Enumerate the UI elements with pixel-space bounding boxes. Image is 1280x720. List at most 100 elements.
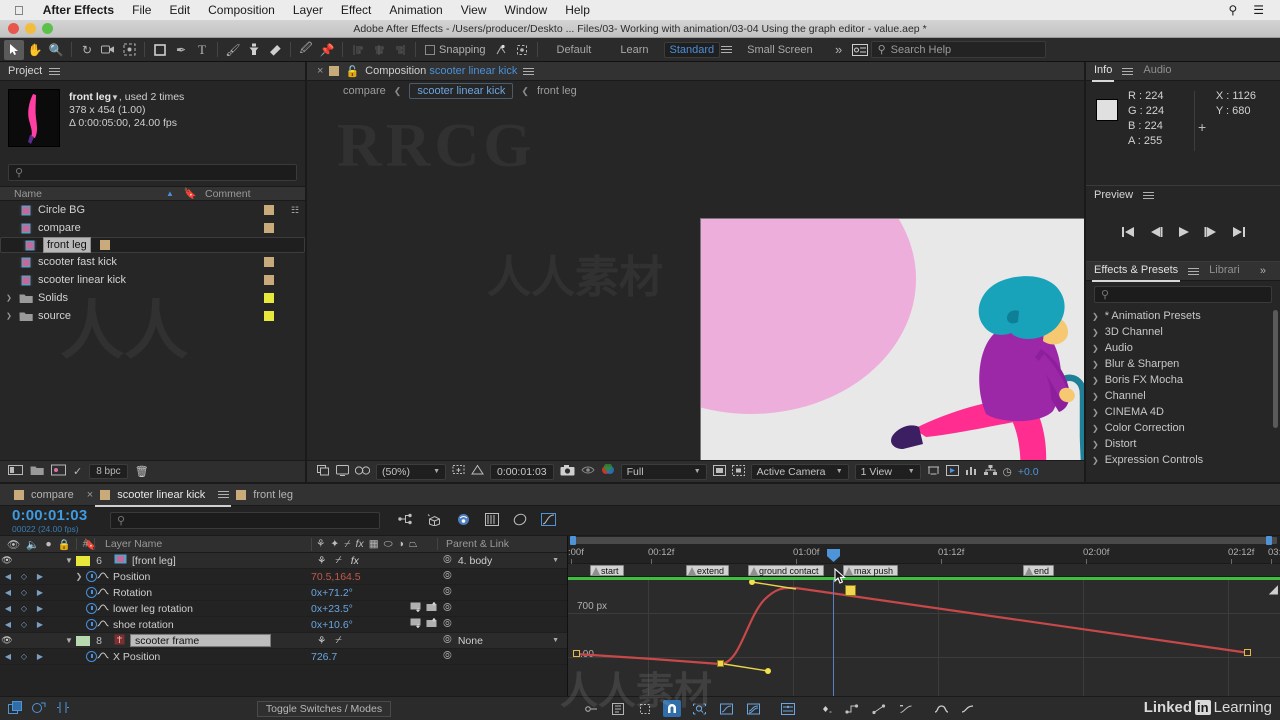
label-color-swatch[interactable] [264,257,274,267]
pick-whip-icon[interactable]: ⦾ [443,554,452,567]
snap-magnet-icon[interactable] [663,700,681,717]
snap-bounds-icon[interactable] [512,40,532,60]
add-keyframe-icon[interactable]: ◇ [21,604,27,613]
property-value[interactable]: 70.5,164.5 [311,571,361,583]
pick-whip-icon[interactable]: ⦾ [443,602,452,615]
property-row-x-position[interactable]: ◀ ◇ ▶ X Position 726.7 ⦾ [0,649,567,665]
keyframe-start[interactable] [573,650,580,657]
composition-viewer[interactable]: RRCG 人人素材 [307,101,1084,460]
effects-menu-icon[interactable] [1188,266,1200,277]
property-row-shoe-rotation[interactable]: ◀ ◇ ▶ shoe rotation 0x+10.6° ⦾ [0,617,567,633]
chevron-right-icon[interactable]: ❯ [6,312,14,320]
layer-column-number[interactable]: # [76,538,94,550]
timeline-marker-start[interactable]: start [590,565,624,576]
graph-icon[interactable] [97,619,109,631]
anchor-icon[interactable]: ⚘ [317,635,326,647]
label-color-swatch[interactable] [264,205,274,215]
previous-keyframe-icon[interactable]: ◀ [5,652,11,661]
project-menu-icon[interactable] [49,66,61,77]
region-preview-icon[interactable] [712,464,726,479]
show-snapshot-icon[interactable] [581,465,595,478]
add-keyframe-icon[interactable]: ◇ [21,588,27,597]
timeline-tab-front-leg[interactable]: front leg [253,489,299,501]
graph-editor[interactable]: :00f 00:12f 01:00f 01:12f 02:00f 02:12f 03:0 s… [568,536,1280,696]
easy-ease-icon[interactable] [932,700,950,717]
layer-visibility-toggle[interactable]: 👁 [0,635,14,646]
chevron-right-icon[interactable]: ❯ [1092,392,1099,401]
zoom-level-select[interactable]: (50%) ▼ [376,463,446,480]
info-menu-icon[interactable] [1122,66,1134,77]
delete-icon[interactable]: 🗑 [135,465,149,478]
transfer-controls-icon[interactable] [32,701,46,717]
show-selected-properties-icon[interactable] [582,700,600,717]
fit-selection-icon[interactable] [717,700,735,717]
shape-tool-icon[interactable] [150,40,170,60]
workspace-default[interactable]: Default [543,44,606,56]
work-area-start-handle[interactable] [570,536,576,545]
graph-out-icon[interactable] [426,617,437,631]
fx-icon[interactable]: fx [351,555,359,567]
project-item-scooter-linear-kick[interactable]: scooter linear kick [0,271,305,289]
effects-category-boris-fx-mocha[interactable]: ❯ Boris FX Mocha [1086,372,1280,388]
menu-file[interactable]: File [123,3,160,17]
timeline-marker-ground-contact[interactable]: ground contact [748,565,824,576]
hand-tool-icon[interactable]: ✋ [25,40,45,60]
keyframe-navigator[interactable]: ◀ ◇ ▶ [0,620,48,629]
quality-icon[interactable]: ⌿ [335,554,341,567]
layer-name-cell[interactable]: scooter frame [108,634,311,648]
workspace-settings-icon[interactable] [850,40,870,60]
project-tab-label[interactable]: Project [8,65,42,77]
menu-effect[interactable]: Effect [332,3,380,17]
pick-whip-icon[interactable]: ⦾ [443,634,452,647]
roto-brush-tool-icon[interactable]: 🖉 [296,40,316,60]
bit-depth-button[interactable]: 8 bpc [89,464,128,479]
next-keyframe-icon[interactable]: ▶ [37,620,43,629]
pick-whip-icon[interactable]: ⦾ [443,618,452,631]
property-value-cell[interactable]: 0x+71.2° [305,587,437,599]
pick-whip-icon[interactable]: ⦾ [443,650,452,663]
add-keyframe-icon[interactable]: ◇ [21,620,27,629]
play-button[interactable] [1177,226,1190,241]
effects-category-animation-presets[interactable]: ❯ * Animation Presets [1086,308,1280,324]
timeline-tab-scooter-linear-kick[interactable]: scooter linear kick [95,489,232,507]
layer-switches[interactable]: ⚘ ⌿ [311,634,437,647]
playhead-line[interactable] [833,580,834,696]
tab-preview[interactable]: Preview [1094,189,1133,203]
work-area-end-handle[interactable] [1266,536,1272,545]
property-value-cell[interactable]: 726.7 [305,651,437,663]
zoom-tool-icon[interactable]: 🔍 [46,40,66,60]
keyframe-navigator[interactable]: ◀ ◇ ▶ [0,572,48,581]
label-color-swatch[interactable] [264,293,274,303]
chevron-right-icon[interactable]: ❯ [1092,344,1099,353]
keyframe-diamond-icon[interactable] [816,700,834,717]
add-keyframe-icon[interactable]: ◇ [21,652,27,661]
workspace-menu-icon[interactable] [721,44,733,55]
graph-icon[interactable] [97,651,109,663]
tab-audio[interactable]: Audio [1143,64,1171,78]
project-item-compare[interactable]: compare [0,219,305,237]
graph-in-icon[interactable] [410,618,421,631]
property-value[interactable]: 0x+23.5° [311,603,353,615]
close-tab-icon[interactable]: × [87,489,93,501]
views-select[interactable]: 1 View ▼ [854,463,921,480]
new-comp-icon[interactable] [8,464,23,479]
pick-whip-icon[interactable]: ⦾ [443,570,452,583]
stopwatch-icon[interactable] [86,651,97,662]
property-row-rotation[interactable]: ◀ ◇ ▶ Rotation 0x+71.2° ⦾ [0,585,567,601]
work-area-bar[interactable] [571,537,1277,544]
reset-exposure-icon[interactable]: ◷ [1003,466,1012,478]
menu-edit[interactable]: Edit [160,3,199,17]
breadcrumb-item-front-leg[interactable]: front leg [537,85,577,97]
label-color-swatch[interactable] [99,240,110,250]
layer-parent-cell[interactable]: ⦾ None ▼ [437,634,567,647]
timeline-marker-extend[interactable]: extend [686,565,730,576]
auto-zoom-graph-icon[interactable] [690,700,708,717]
timeline-tab-compare[interactable]: compare [31,489,80,501]
chevron-right-icon[interactable]: ❯ [1092,328,1099,337]
channel-select-icon[interactable] [601,463,615,479]
chevron-right-icon[interactable]: ❯ [1092,440,1099,449]
hide-shy-layers-icon[interactable] [456,513,471,529]
next-keyframe-icon[interactable]: ▶ [37,652,43,661]
control-center-icon[interactable]: ☰ [1245,3,1272,17]
project-column-comment[interactable]: Comment [205,188,305,200]
